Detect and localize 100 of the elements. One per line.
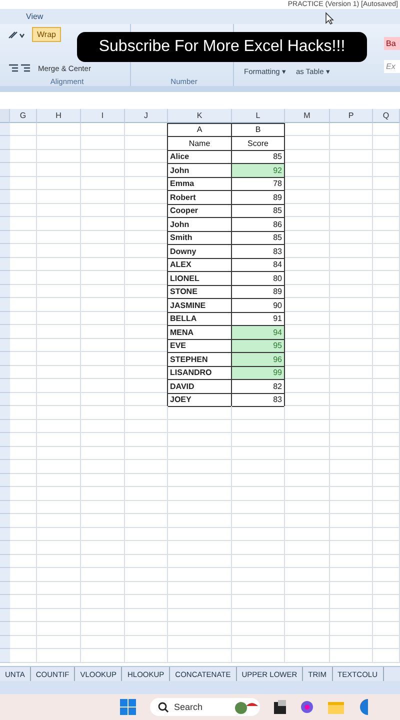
grid-cell: [37, 136, 81, 150]
row-header[interactable]: [0, 244, 10, 258]
row-header[interactable]: [0, 582, 10, 595]
text-direction-icon[interactable]: [8, 30, 26, 40]
row-header[interactable]: [0, 379, 10, 392]
row-header[interactable]: [0, 176, 10, 190]
row-header[interactable]: [0, 284, 10, 298]
row-header[interactable]: [0, 487, 10, 500]
row-header[interactable]: [0, 366, 10, 379]
column-header[interactable]: K: [168, 109, 232, 122]
row-header[interactable]: [0, 163, 10, 176]
row-header[interactable]: [0, 150, 10, 163]
grid-cell: [232, 636, 285, 649]
grid-cell: [285, 122, 330, 136]
row-header[interactable]: [0, 514, 10, 528]
grid-cell: [37, 514, 81, 528]
wrap-text-button[interactable]: Wrap: [32, 27, 61, 42]
grid-cell: [285, 230, 330, 244]
row-header[interactable]: [0, 312, 10, 325]
weather-icon[interactable]: [234, 700, 258, 714]
row-header[interactable]: [0, 433, 10, 446]
grid-cell: [37, 487, 81, 500]
grid-cell: [10, 258, 37, 271]
row-header[interactable]: [0, 474, 10, 487]
row-header[interactable]: [0, 325, 10, 338]
browser-icon[interactable]: [358, 699, 368, 715]
grid-cell: [330, 420, 373, 433]
grid-cell: [330, 271, 373, 284]
row-header[interactable]: [0, 230, 10, 244]
grid-cell: [285, 487, 330, 500]
row-header[interactable]: [0, 541, 10, 554]
grid-cell: [330, 176, 373, 190]
row-header[interactable]: [0, 136, 10, 150]
grid-cell: [37, 204, 81, 217]
grid-cell: [285, 392, 330, 406]
grid-cell: [10, 392, 37, 406]
grid-cell: [285, 636, 330, 649]
row-header[interactable]: [0, 649, 10, 662]
row-header[interactable]: [0, 528, 10, 541]
search-field[interactable]: Search: [150, 698, 260, 716]
grid-cell: [232, 460, 285, 474]
grid-cell: [37, 244, 81, 258]
grid-cell: [373, 528, 400, 541]
grid-cell: [37, 366, 81, 379]
column-header[interactable]: M: [285, 109, 330, 122]
row-header[interactable]: [0, 446, 10, 460]
grid-cell: [37, 636, 81, 649]
row-header[interactable]: [0, 636, 10, 649]
row-header[interactable]: [0, 392, 10, 406]
indent-icon[interactable]: [8, 64, 32, 73]
row-header[interactable]: [0, 420, 10, 433]
row-header[interactable]: [0, 190, 10, 204]
copilot-icon[interactable]: [300, 700, 314, 714]
grid-cell: [330, 392, 373, 406]
column-header[interactable]: H: [37, 109, 81, 122]
row-header[interactable]: [0, 406, 10, 420]
row-header[interactable]: [0, 608, 10, 622]
grid-cell: [10, 582, 37, 595]
row-header[interactable]: [0, 352, 10, 366]
grid-cell: [81, 649, 125, 662]
row-header[interactable]: [0, 271, 10, 284]
app-icon[interactable]: [274, 700, 286, 714]
grid-cell: [330, 379, 373, 392]
row-header[interactable]: [0, 122, 10, 136]
folder-icon[interactable]: [328, 700, 344, 714]
grid-cell: [330, 325, 373, 338]
row-header[interactable]: [0, 298, 10, 312]
row-header[interactable]: [0, 204, 10, 217]
column-header[interactable]: I: [81, 109, 125, 122]
grid-cell: [37, 176, 81, 190]
grid-cell: [168, 446, 232, 460]
row-header[interactable]: [0, 500, 10, 514]
row-header[interactable]: [0, 568, 10, 582]
column-header[interactable]: G: [10, 109, 37, 122]
grid-cell: [10, 176, 37, 190]
column-header[interactable]: J: [125, 109, 168, 122]
grid-cell: [10, 433, 37, 446]
grid-cell: [125, 582, 168, 595]
select-all-corner[interactable]: [0, 109, 10, 122]
row-header[interactable]: [0, 258, 10, 271]
grid-cell: [373, 271, 400, 284]
row-header[interactable]: [0, 595, 10, 608]
ribbon-tab[interactable]: View: [26, 12, 44, 21]
row-header[interactable]: [0, 338, 10, 352]
row-header[interactable]: [0, 622, 10, 636]
row-header[interactable]: [0, 554, 10, 568]
column-header[interactable]: L: [232, 109, 285, 122]
grid-cell: [285, 460, 330, 474]
row-header[interactable]: [0, 460, 10, 474]
cell-style[interactable]: Ba: [384, 37, 400, 50]
column-header[interactable]: Q: [373, 109, 400, 122]
cell-style[interactable]: Ex: [384, 60, 400, 73]
grid-cell: [37, 554, 81, 568]
grid-cell: [330, 541, 373, 554]
grid-cell: [232, 487, 285, 500]
windows-icon[interactable]: [120, 699, 136, 715]
grid-cell: [330, 487, 373, 500]
grid-cell: [37, 582, 81, 595]
column-header[interactable]: P: [330, 109, 373, 122]
row-header[interactable]: [0, 217, 10, 230]
